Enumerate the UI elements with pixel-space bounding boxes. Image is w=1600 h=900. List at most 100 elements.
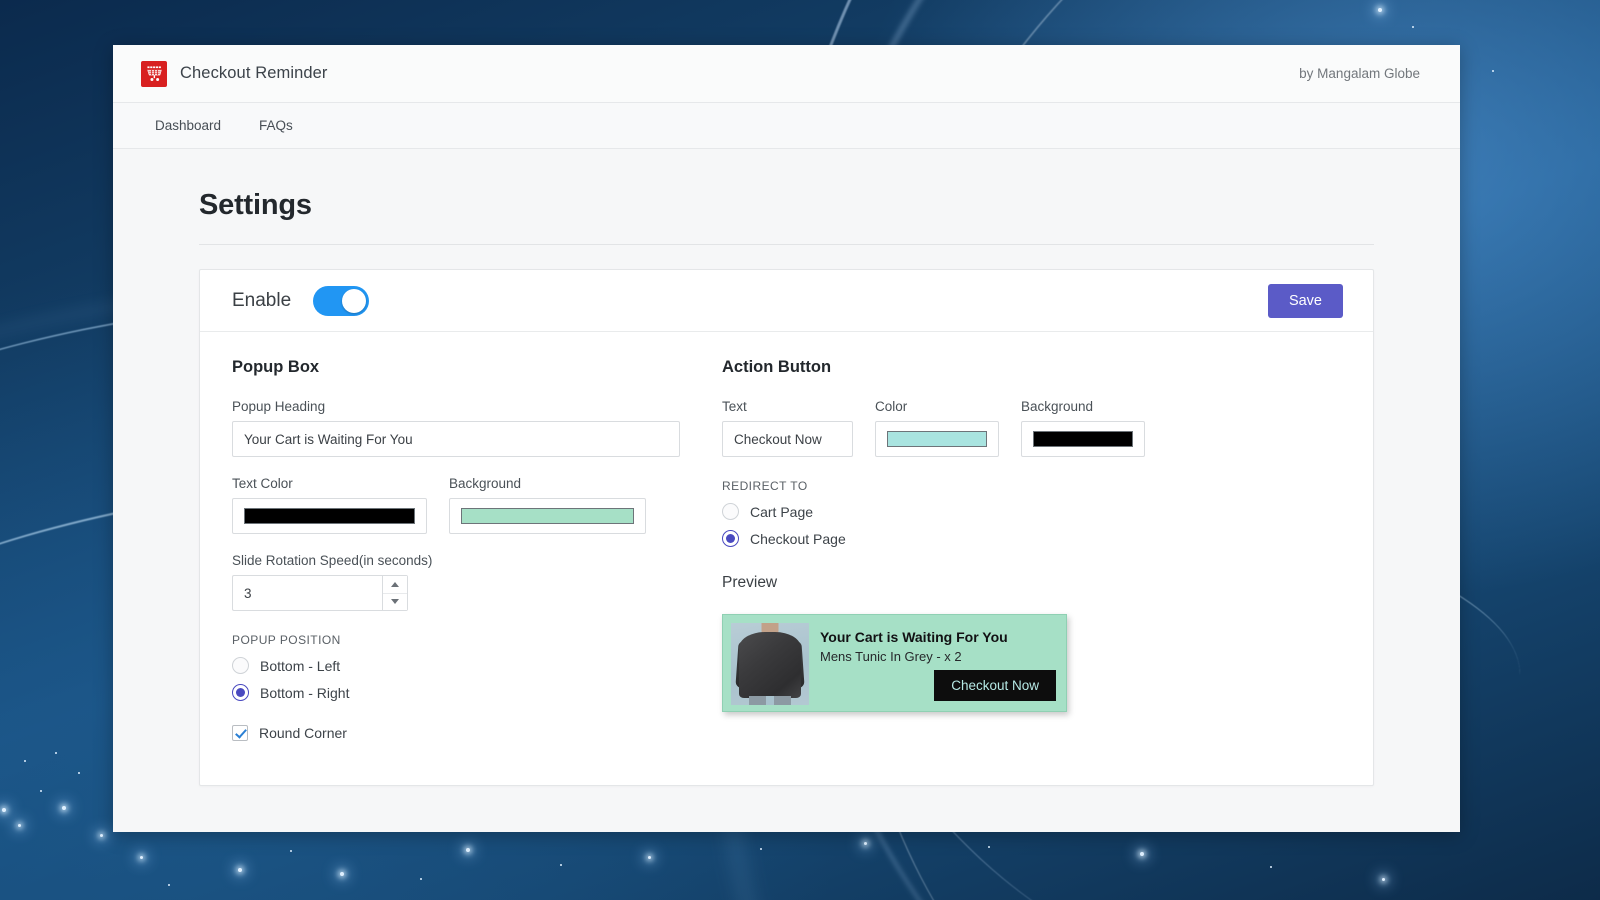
wallpaper-spark xyxy=(988,846,990,848)
page-title: Settings xyxy=(199,189,312,221)
title-divider xyxy=(199,244,1374,245)
action-background-picker[interactable] xyxy=(1021,421,1145,457)
popup-background-field: Background xyxy=(449,476,646,534)
radio-redirect-cart-page[interactable]: Cart Page xyxy=(722,503,1341,520)
wallpaper-spark xyxy=(55,752,57,754)
wallpaper-spark xyxy=(760,848,762,850)
app-window: Checkout Reminder by Mangalam Globe Dash… xyxy=(113,45,1460,832)
save-button[interactable]: Save xyxy=(1267,283,1343,318)
wallpaper-spark xyxy=(1140,852,1144,856)
popup-heading-field: Popup Heading xyxy=(232,399,680,457)
radio-icon xyxy=(722,503,739,520)
popup-background-picker[interactable] xyxy=(449,498,646,534)
action-color-swatch xyxy=(887,431,987,447)
radio-label: Bottom - Right xyxy=(260,684,350,701)
action-color-picker[interactable] xyxy=(875,421,999,457)
wallpaper-spark xyxy=(340,872,344,876)
action-text-input[interactable] xyxy=(722,421,853,457)
wallpaper-spark xyxy=(290,850,292,852)
popup-background-swatch xyxy=(461,508,634,524)
slide-speed-increment-button[interactable] xyxy=(383,576,407,594)
round-corner-label: Round Corner xyxy=(259,725,347,741)
brand: Checkout Reminder xyxy=(141,60,328,87)
vendor-byline: by Mangalam Globe xyxy=(1299,66,1420,81)
popup-text-color-swatch xyxy=(244,508,415,524)
popup-text-color-field: Text Color xyxy=(232,476,427,534)
slide-speed-input[interactable] xyxy=(232,575,382,611)
thumb-shirt xyxy=(739,632,801,698)
wallpaper-spark xyxy=(100,834,103,837)
action-button-section: Action Button Text Color xyxy=(680,358,1341,751)
radio-label: Cart Page xyxy=(750,503,814,520)
wallpaper-spark xyxy=(648,856,651,859)
action-color-label: Color xyxy=(875,399,908,414)
slide-speed-label: Slide Rotation Speed(in seconds) xyxy=(232,553,433,568)
radio-icon-selected xyxy=(722,530,739,547)
action-button-fields-row: Text Color Background xyxy=(722,399,1341,476)
desktop-wallpaper: Checkout Reminder by Mangalam Globe Dash… xyxy=(0,0,1600,900)
wallpaper-spark xyxy=(24,760,26,762)
wallpaper-spark xyxy=(1412,26,1414,28)
popup-colors-row: Text Color Background xyxy=(232,476,680,553)
wallpaper-spark xyxy=(1270,866,1272,868)
plugin-header: Checkout Reminder by Mangalam Globe xyxy=(113,45,1460,103)
thumb-legs xyxy=(749,696,791,705)
page-body: Settings Enable Save Popup Box Popup Hea… xyxy=(113,149,1460,786)
action-button-title: Action Button xyxy=(722,358,832,376)
nav-tab-dashboard[interactable]: Dashboard xyxy=(153,114,223,137)
toggle-knob xyxy=(342,288,367,313)
popup-position-label: POPUP POSITION xyxy=(232,633,341,647)
wallpaper-spark xyxy=(2,808,6,812)
radio-label: Bottom - Left xyxy=(260,657,341,674)
wallpaper-spark xyxy=(140,856,143,859)
action-color-field: Color xyxy=(875,399,999,457)
redirect-to-group: REDIRECT TO Cart Page Checkout Page xyxy=(722,479,1341,547)
card-topbar: Enable Save xyxy=(200,270,1373,332)
preview-section: Preview Your Cart is Waiting For You Men… xyxy=(722,574,1341,712)
product-thumbnail xyxy=(731,623,809,705)
preview-checkout-button[interactable]: Checkout Now xyxy=(934,670,1056,701)
nav-tab-faqs[interactable]: FAQs xyxy=(257,114,295,137)
wallpaper-spark xyxy=(78,772,80,774)
wallpaper-spark xyxy=(40,790,42,792)
settings-card: Enable Save Popup Box Popup Heading Your… xyxy=(199,269,1374,786)
action-background-swatch xyxy=(1033,431,1133,447)
chevron-up-icon xyxy=(391,581,399,587)
popup-background-label: Background xyxy=(449,476,522,491)
wallpaper-spark xyxy=(1492,70,1494,72)
popup-heading-input[interactable] xyxy=(232,421,680,457)
checkbox-icon-checked xyxy=(232,725,248,741)
popup-box-section: Popup Box Popup Heading Text Color xyxy=(232,358,680,751)
round-corner-checkbox-row[interactable]: Round Corner xyxy=(232,725,680,741)
radio-icon xyxy=(232,657,249,674)
popup-heading-label: Popup Heading xyxy=(232,399,326,414)
chevron-down-icon xyxy=(391,599,399,605)
nav-bar: Dashboard FAQs xyxy=(113,103,1460,149)
preview-product-line: Mens Tunic In Grey - x 2 xyxy=(820,649,962,664)
card-columns: Popup Box Popup Heading Text Color xyxy=(200,332,1373,785)
shopping-cart-icon xyxy=(141,60,167,87)
popup-text-color-picker[interactable] xyxy=(232,498,427,534)
action-background-label: Background xyxy=(1021,399,1094,414)
popup-box-title: Popup Box xyxy=(232,358,320,376)
wallpaper-spark xyxy=(420,878,422,880)
wallpaper-spark xyxy=(62,806,66,810)
preview-heading: Your Cart is Waiting For You xyxy=(820,629,1008,645)
preview-body: Your Cart is Waiting For You Mens Tunic … xyxy=(809,623,1058,703)
wallpaper-spark xyxy=(466,848,470,852)
radio-popup-position-bottom-right[interactable]: Bottom - Right xyxy=(232,684,680,701)
enable-label: Enable xyxy=(232,289,292,311)
enable-toggle[interactable] xyxy=(313,285,370,316)
wallpaper-spark xyxy=(864,842,867,845)
radio-popup-position-bottom-left[interactable]: Bottom - Left xyxy=(232,657,680,674)
slide-speed-field: Slide Rotation Speed(in seconds) xyxy=(232,553,680,611)
radio-label: Checkout Page xyxy=(750,530,846,547)
redirect-to-label: REDIRECT TO xyxy=(722,479,808,493)
wallpaper-spark xyxy=(168,884,170,886)
slide-speed-decrement-button[interactable] xyxy=(383,593,407,610)
slide-speed-stepper xyxy=(232,575,419,611)
radio-icon-selected xyxy=(232,684,249,701)
wallpaper-spark xyxy=(238,868,242,872)
action-text-label: Text xyxy=(722,399,747,414)
radio-redirect-checkout-page[interactable]: Checkout Page xyxy=(722,530,1341,547)
